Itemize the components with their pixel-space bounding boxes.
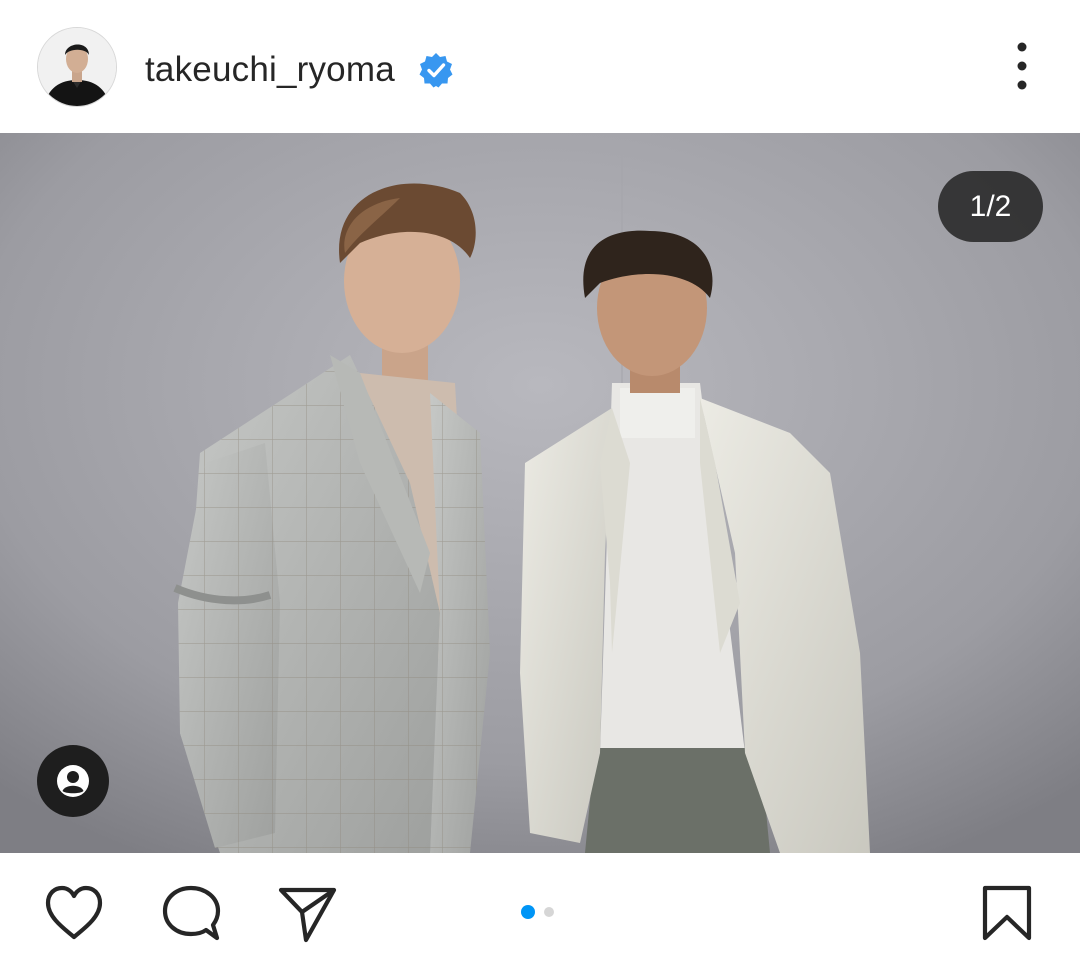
username[interactable]: takeuchi_ryoma [145, 50, 395, 90]
like-button[interactable] [44, 885, 104, 946]
tagged-users-button[interactable] [37, 745, 109, 817]
more-vertical-icon [1017, 42, 1027, 90]
bookmark-icon [982, 885, 1032, 941]
send-icon [278, 887, 337, 943]
share-button[interactable] [278, 886, 338, 949]
more-options-button[interactable] [1004, 40, 1040, 92]
post-image[interactable]: 1/2 [0, 133, 1080, 853]
post-actions [0, 853, 1080, 958]
verified-badge-icon [419, 53, 453, 88]
comment-button[interactable] [161, 885, 223, 950]
comment-icon [162, 885, 221, 941]
avatar-image [38, 28, 116, 106]
carousel-dot-active [521, 905, 535, 919]
user-tag-icon [57, 765, 89, 797]
photo-two-men-in-suits [0, 133, 1080, 853]
avatar[interactable] [37, 27, 117, 107]
carousel-dot [544, 907, 554, 917]
instagram-post: takeuchi_ryoma 1/2 [0, 0, 1080, 958]
image-counter: 1/2 [938, 171, 1043, 242]
heart-icon [45, 885, 103, 940]
post-header: takeuchi_ryoma [0, 0, 1080, 133]
save-button[interactable] [982, 885, 1032, 946]
